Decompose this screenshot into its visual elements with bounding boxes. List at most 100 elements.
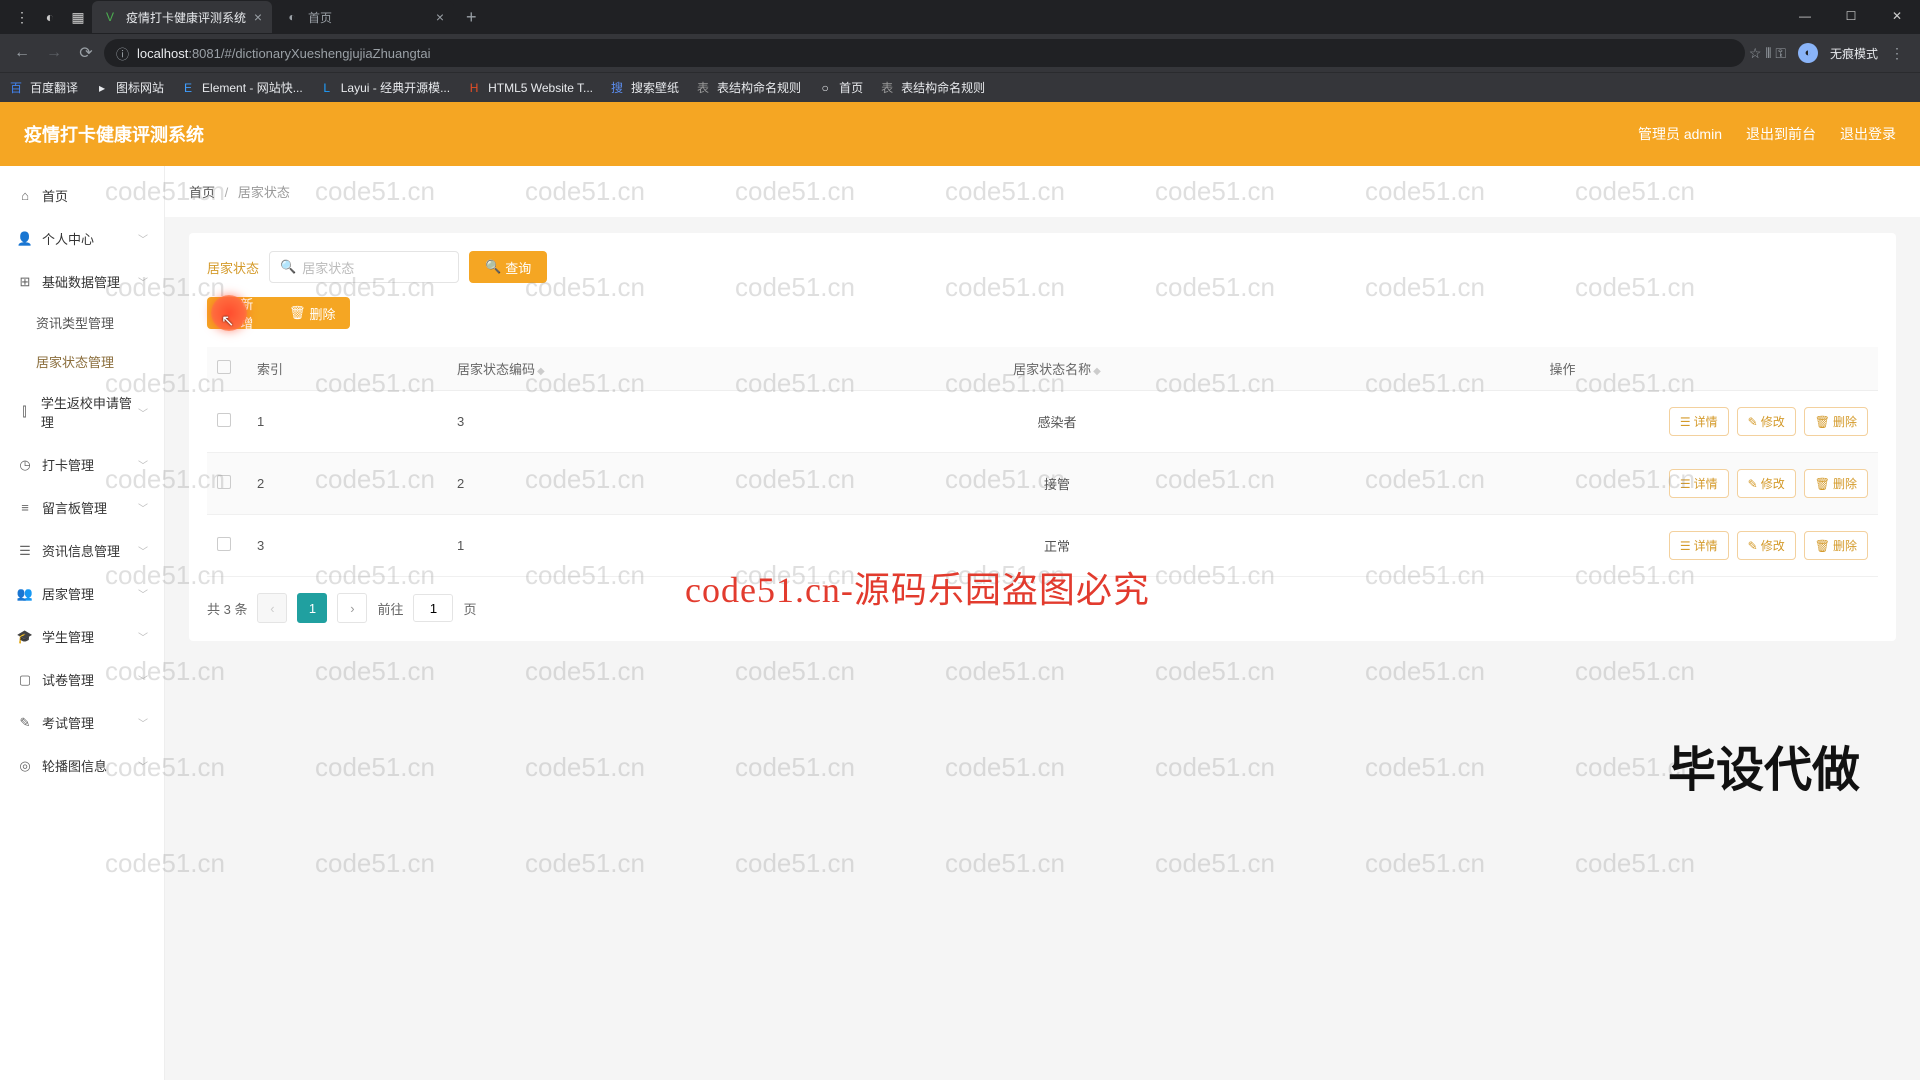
reload-button[interactable]: ⟳ — [72, 39, 100, 67]
logout-front-link[interactable]: 退出到前台 — [1746, 124, 1816, 144]
watermark-text: code51.cn — [1575, 752, 1695, 783]
search-icon: 🔍 — [280, 259, 296, 275]
bookmark-favicon-icon: L — [319, 80, 335, 96]
select-all-checkbox[interactable] — [217, 360, 231, 374]
watermark-text: code51.cn — [735, 848, 855, 879]
next-page-button[interactable]: › — [337, 593, 367, 623]
window-close-button[interactable]: ✕ — [1874, 0, 1920, 32]
main-content: 首页 / 居家状态 居家状态 🔍 居家状态 🔍 查询 + — [165, 166, 1920, 1080]
row-checkbox[interactable] — [217, 413, 231, 427]
detail-button[interactable]: ☰ 详情 — [1669, 531, 1729, 560]
search-button[interactable]: 🔍 查询 — [469, 251, 547, 283]
detail-button[interactable]: ☰ 详情 — [1669, 469, 1729, 498]
sidebar-item-home-mgmt[interactable]: 👥居家管理﹀ — [0, 572, 164, 615]
pagination: 共 3 条 ‹ 1 › 前往 页 — [207, 593, 1878, 623]
watermark-text: code51.cn — [1365, 848, 1485, 879]
table-header-row: 索引 居家状态编码◆ 居家状态名称◆ 操作 — [207, 347, 1878, 391]
bookmark-bar: 百百度翻译 ▸图标网站 EElement - 网站快... LLayui - 经… — [0, 72, 1920, 102]
col-name[interactable]: 居家状态名称◆ — [867, 347, 1247, 391]
sidebar-subitem-homestatus[interactable]: 居家状态管理 — [36, 342, 164, 381]
bookmark-item[interactable]: 搜搜索壁纸 — [609, 79, 679, 96]
sidebar-item-profile[interactable]: 👤个人中心﹀ — [0, 217, 164, 260]
cell-code: 1 — [447, 515, 867, 577]
filter-input[interactable]: 🔍 居家状态 — [269, 251, 459, 283]
bookmark-item[interactable]: EElement - 网站快... — [180, 79, 303, 96]
row-checkbox[interactable] — [217, 537, 231, 551]
incognito-badge-icon[interactable]: ◐ — [1798, 43, 1818, 63]
sort-icon[interactable]: ◆ — [537, 366, 545, 377]
cursor-icon: ↖ — [221, 311, 234, 331]
bookmark-favicon-icon: ▸ — [94, 80, 110, 96]
search-icon: 🔍 — [485, 259, 501, 275]
watermark-text: code51.cn — [945, 656, 1065, 687]
sidebar-item-checkin[interactable]: ◷打卡管理﹀ — [0, 443, 164, 486]
bookmark-favicon-icon: 搜 — [609, 80, 625, 96]
sidebar-item-home[interactable]: ⌂首页 — [0, 174, 164, 217]
square-icon: ▢ — [16, 672, 34, 688]
cell-name: 正常 — [867, 515, 1247, 577]
user-label[interactable]: 管理员 admin — [1638, 124, 1722, 144]
logout-link[interactable]: 退出登录 — [1840, 124, 1896, 144]
url-input[interactable]: ⓘ localhost:8081/#/dictionaryXueshengjuj… — [104, 39, 1745, 67]
delete-button[interactable]: 🗑 删除 — [275, 297, 350, 329]
sidebar-item-paper[interactable]: ▢试卷管理﹀ — [0, 658, 164, 701]
bookmark-star-icon[interactable]: ☆ — [1749, 45, 1762, 62]
edit-button[interactable]: ✎ 修改 — [1737, 469, 1796, 498]
breadcrumb-current: 居家状态 — [238, 185, 290, 200]
cell-index: 1 — [247, 391, 447, 453]
col-code[interactable]: 居家状态编码◆ — [447, 347, 867, 391]
browser-tab-active[interactable]: V 疫情打卡健康评测系统 × — [92, 1, 272, 33]
tab-close-icon[interactable]: × — [436, 9, 444, 25]
chevron-down-icon: ﹀ — [138, 274, 148, 289]
edit-button[interactable]: ✎ 修改 — [1737, 407, 1796, 436]
sidebar-item-student[interactable]: 🎓学生管理﹀ — [0, 615, 164, 658]
password-key-icon[interactable]: ⚿ — [1775, 45, 1786, 62]
sidebar-subitem-newstype[interactable]: 资讯类型管理 — [36, 303, 164, 342]
extensions-icon[interactable]: ⫴ — [1765, 45, 1771, 62]
breadcrumb-home[interactable]: 首页 — [189, 185, 215, 200]
prev-page-button[interactable]: ‹ — [257, 593, 287, 623]
goto-page-input[interactable] — [413, 594, 453, 622]
watermark-text: code51.cn — [1155, 848, 1275, 879]
sort-icon[interactable]: ◆ — [1093, 366, 1101, 377]
data-table: 索引 居家状态编码◆ 居家状态名称◆ 操作 13感染者☰ 详情✎ 修改🗑 删除2… — [207, 347, 1878, 577]
col-index[interactable]: 索引 — [247, 347, 447, 391]
bookmark-favicon-icon: H — [466, 80, 482, 96]
pencil-icon: ✎ — [16, 715, 34, 731]
bookmark-item[interactable]: 百百度翻译 — [8, 79, 78, 96]
row-delete-button[interactable]: 🗑 删除 — [1804, 531, 1868, 560]
bookmark-item[interactable]: 表表结构命名规则 — [695, 79, 801, 96]
url-path: /#/dictionaryXueshengjujiaZhuangtai — [221, 46, 431, 61]
row-checkbox[interactable] — [217, 475, 231, 489]
bookmark-item[interactable]: 表表结构命名规则 — [879, 79, 985, 96]
tab-close-icon[interactable]: × — [254, 9, 262, 25]
window-minimize-button[interactable]: — — [1782, 0, 1828, 32]
system-menu-icon[interactable]: ⋮ — [8, 5, 36, 29]
forward-button[interactable]: → — [40, 39, 68, 67]
rows-icon: ☰ — [16, 543, 34, 559]
back-button[interactable]: ← — [8, 39, 36, 67]
window-maximize-button[interactable]: ☐ — [1828, 0, 1874, 32]
site-info-icon[interactable]: ⓘ — [116, 44, 129, 63]
bookmark-item[interactable]: ▸图标网站 — [94, 79, 164, 96]
row-delete-button[interactable]: 🗑 删除 — [1804, 469, 1868, 498]
edit-button[interactable]: ✎ 修改 — [1737, 531, 1796, 560]
bookmark-item[interactable]: LLayui - 经典开源模... — [319, 79, 450, 96]
new-tab-button[interactable]: + — [456, 7, 487, 28]
sidebar-item-carousel[interactable]: ◎轮播图信息﹀ — [0, 744, 164, 787]
bookmark-item[interactable]: HHTML5 Website T... — [466, 80, 593, 96]
page-number-button[interactable]: 1 — [297, 593, 327, 623]
sidebar-item-message[interactable]: ≡留言板管理﹀ — [0, 486, 164, 529]
row-delete-button[interactable]: 🗑 删除 — [1804, 407, 1868, 436]
browser-tab-inactive[interactable]: ◐ 首页 × — [274, 1, 454, 33]
trash-icon: 🗑 — [1815, 415, 1830, 429]
sidebar-item-basedata[interactable]: ⊞基础数据管理﹀ — [0, 260, 164, 303]
watermark-text: code51.cn — [735, 752, 855, 783]
bookmark-item[interactable]: ○首页 — [817, 79, 863, 96]
sidebar-item-news[interactable]: ☰资讯信息管理﹀ — [0, 529, 164, 572]
incognito-icon: ◐ — [36, 5, 64, 29]
detail-button[interactable]: ☰ 详情 — [1669, 407, 1729, 436]
browser-menu-icon[interactable]: ⋮ — [1890, 45, 1904, 62]
sidebar-item-return[interactable]: ⫿学生返校申请管理﹀ — [0, 381, 164, 443]
sidebar-item-exam[interactable]: ✎考试管理﹀ — [0, 701, 164, 744]
